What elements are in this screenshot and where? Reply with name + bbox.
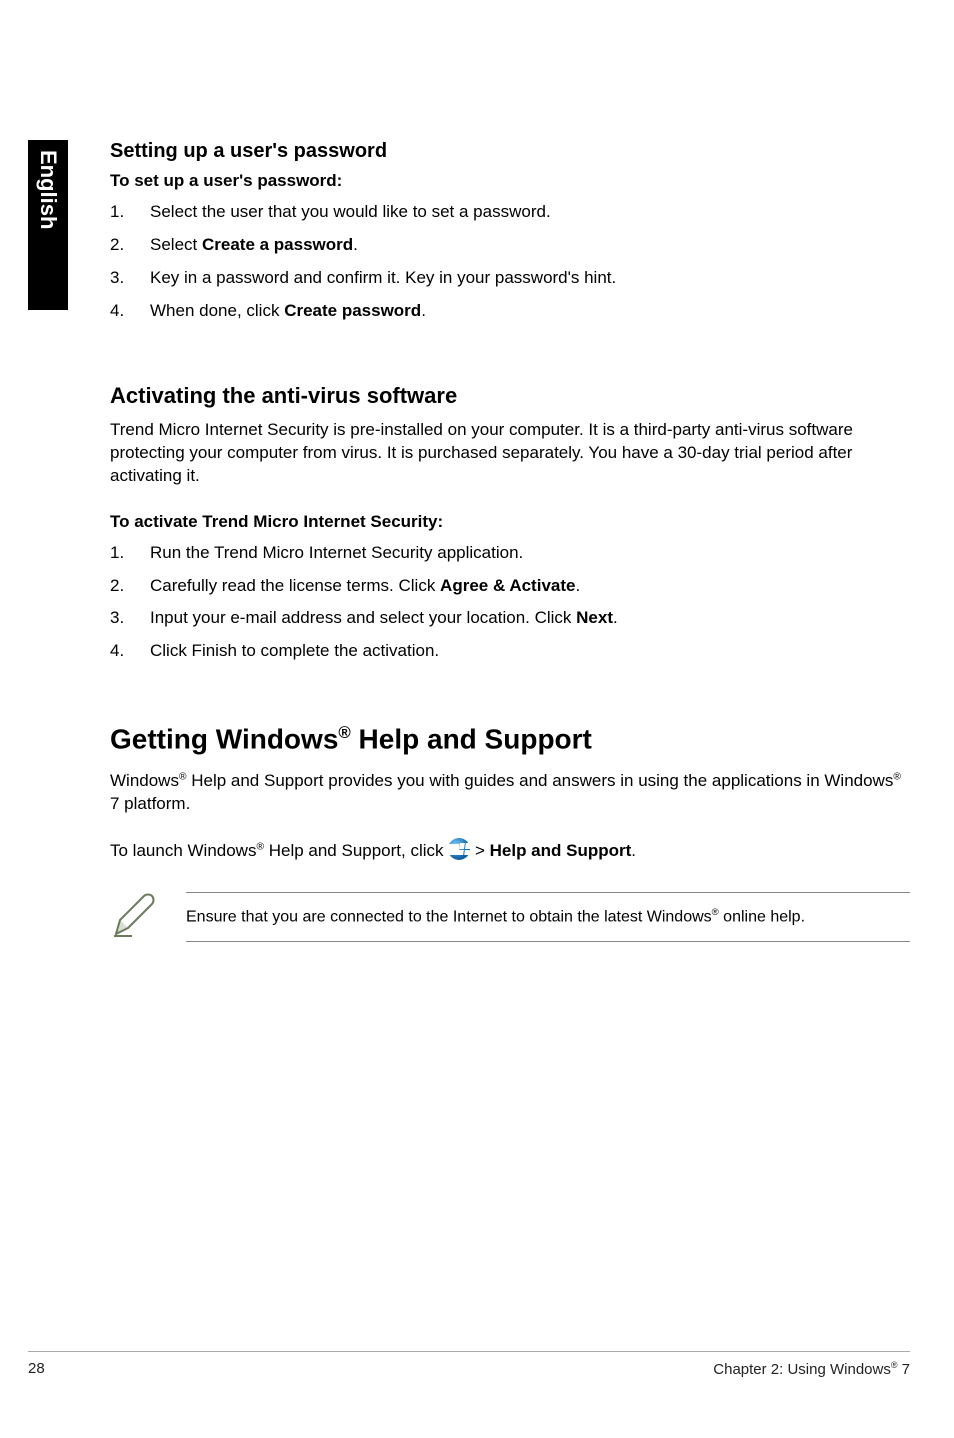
- registered-mark: ®: [712, 907, 719, 918]
- section2-intro: Trend Micro Internet Security is pre-ins…: [110, 419, 910, 488]
- note-text: Ensure that you are connected to the Int…: [186, 892, 910, 941]
- section2-subheading: To activate Trend Micro Internet Securit…: [110, 512, 910, 532]
- heading-text-pre: Getting Windows: [110, 724, 338, 755]
- chapter-label: Chapter 2: Using Windows® 7: [713, 1360, 910, 1378]
- step-text: When done, click Create password.: [150, 300, 910, 323]
- list-item: 3.Key in a password and confirm it. Key …: [110, 267, 910, 290]
- note-text-post: online help.: [719, 909, 805, 926]
- registered-mark: ®: [893, 771, 901, 782]
- step-number: 3.: [110, 607, 150, 630]
- para-text: Help and Support provides you with guide…: [186, 771, 893, 790]
- pencil-note-icon: [110, 892, 158, 945]
- step-text: Select Create a password.: [150, 234, 910, 257]
- list-item: 3.Input your e-mail address and select y…: [110, 607, 910, 630]
- section3-para2: To launch Windows® Help and Support, cli…: [110, 840, 910, 863]
- step-text: Select the user that you would like to s…: [150, 201, 910, 224]
- step-text: Input your e-mail address and select you…: [150, 607, 910, 630]
- step-text: Click Finish to complete the activation.: [150, 640, 910, 663]
- windows-start-icon: [448, 838, 470, 860]
- step-number: 1.: [110, 542, 150, 565]
- list-item: 1.Run the Trend Micro Internet Security …: [110, 542, 910, 565]
- section3-heading: Getting Windows® Help and Support: [110, 723, 910, 755]
- step-number: 2.: [110, 575, 150, 598]
- step-number: 4.: [110, 640, 150, 663]
- step-number: 1.: [110, 201, 150, 224]
- section2-steps: 1.Run the Trend Micro Internet Security …: [110, 542, 910, 664]
- list-item: 1.Select the user that you would like to…: [110, 201, 910, 224]
- step-text: Carefully read the license terms. Click …: [150, 575, 910, 598]
- list-item: 4.When done, click Create password.: [110, 300, 910, 323]
- para-text: >: [470, 841, 489, 860]
- section1-steps: 1.Select the user that you would like to…: [110, 201, 910, 323]
- section2-heading: Activating the anti-virus software: [110, 383, 910, 409]
- list-item: 2.Carefully read the license terms. Clic…: [110, 575, 910, 598]
- registered-mark: ®: [256, 841, 264, 852]
- registered-mark: ®: [338, 723, 350, 742]
- heading-text-post: Help and Support: [351, 724, 592, 755]
- para-text: To launch Windows: [110, 841, 256, 860]
- step-number: 3.: [110, 267, 150, 290]
- list-item: 2.Select Create a password.: [110, 234, 910, 257]
- step-number: 4.: [110, 300, 150, 323]
- list-item: 4.Click Finish to complete the activatio…: [110, 640, 910, 663]
- section1-subheading: To set up a user's password:: [110, 171, 910, 191]
- step-text: Key in a password and confirm it. Key in…: [150, 267, 910, 290]
- page-number: 28: [28, 1360, 45, 1378]
- language-tab: English: [28, 140, 68, 310]
- main-content: Setting up a user's password To set up a…: [110, 140, 910, 945]
- step-text: Run the Trend Micro Internet Security ap…: [150, 542, 910, 565]
- para-text: 7 platform.: [110, 794, 190, 813]
- section1-heading: Setting up a user's password: [110, 140, 910, 163]
- note-text-pre: Ensure that you are connected to the Int…: [186, 909, 712, 926]
- para-bold: Help and Support: [490, 841, 632, 860]
- chapter-text-post: 7: [897, 1361, 910, 1378]
- para-text: Help and Support, click: [264, 841, 448, 860]
- para-text: Windows: [110, 771, 179, 790]
- step-number: 2.: [110, 234, 150, 257]
- para-text: .: [631, 841, 636, 860]
- chapter-text-pre: Chapter 2: Using Windows: [713, 1361, 891, 1378]
- section3-para1: Windows ® Help and Support provides you w…: [110, 770, 910, 816]
- page-footer: 28 Chapter 2: Using Windows® 7: [28, 1351, 910, 1378]
- note-block: Ensure that you are connected to the Int…: [110, 892, 910, 945]
